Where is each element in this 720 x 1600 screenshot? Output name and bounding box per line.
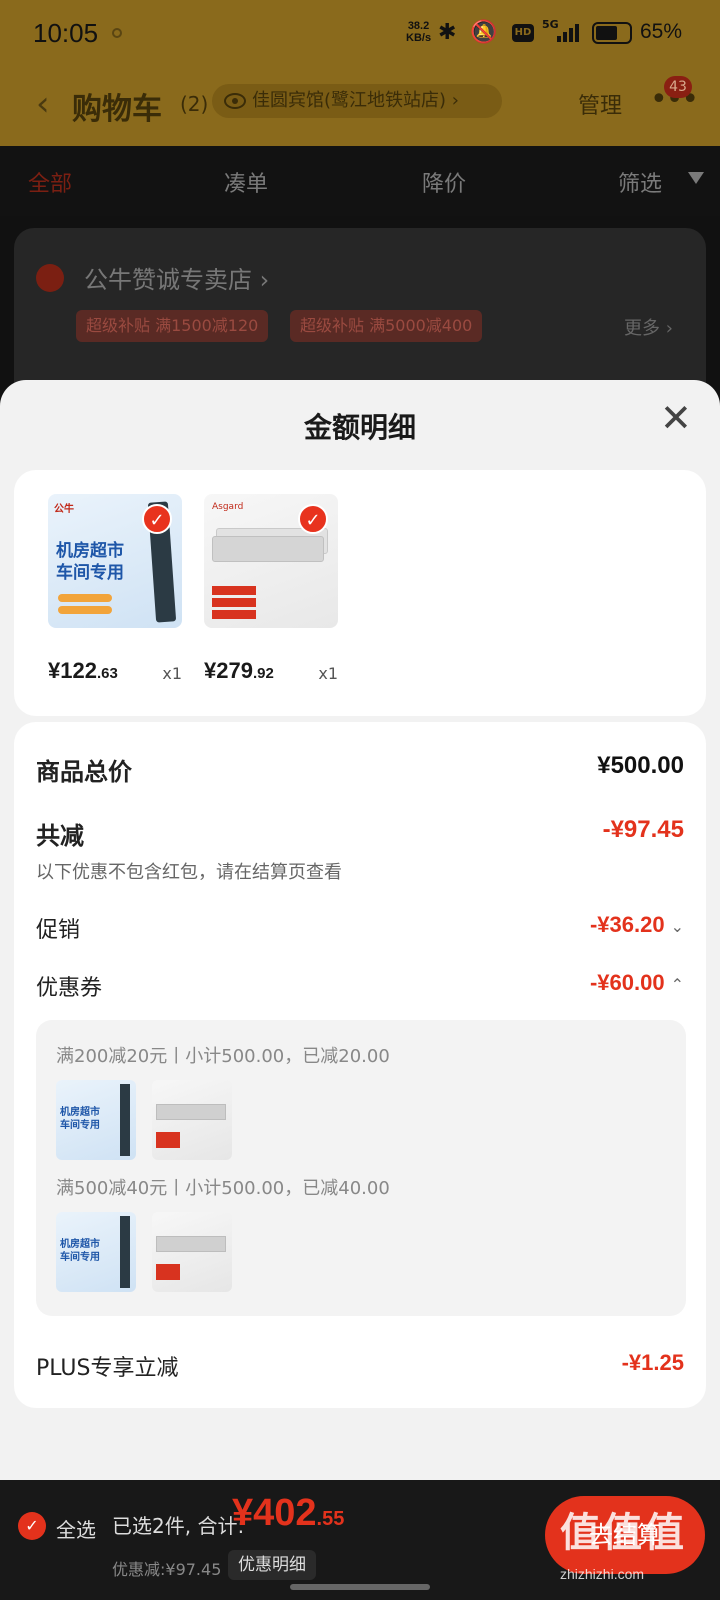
selected-summary: 已选2件, 合计:: [112, 1514, 245, 1538]
selected-check-icon: ✓: [142, 504, 172, 534]
back-button[interactable]: ‹: [36, 84, 50, 124]
total-label: 商品总价: [36, 758, 132, 786]
app-header-area: 10:05 38.2 KB/s ✱ 🔕 HD 5G 65% ‹ 购物车 (2) …: [0, 0, 720, 146]
chevron-up-icon: ⌃: [670, 977, 684, 994]
tab-price-drop[interactable]: 降价: [422, 166, 466, 198]
manage-button[interactable]: 管理: [578, 88, 622, 120]
promo-value: -¥36.20 ⌄: [589, 912, 684, 937]
tab-filter[interactable]: 筛选: [618, 166, 662, 198]
product-image: 公牛 机房超市 车间专用 ✓: [48, 494, 182, 628]
tab-all[interactable]: 全部: [28, 166, 72, 198]
product-qty: x1: [318, 664, 338, 683]
plus-row: PLUS专享立减 -¥1.25: [36, 1350, 684, 1390]
total-row: 商品总价 ¥500.00: [36, 752, 684, 792]
delivery-location[interactable]: 佳圆宾馆(鹭江地铁站店) ›: [212, 84, 502, 118]
product-image: Asgard ✓: [204, 494, 338, 628]
coupon-product-thumb: 机房超市 车间专用: [56, 1212, 136, 1292]
promo-chip[interactable]: 超级补贴 满1500减120: [76, 310, 269, 342]
selected-check-icon: ✓: [298, 504, 328, 534]
product-item[interactable]: Asgard ✓ ¥279.92 x1: [204, 494, 338, 688]
reduce-value: -¥97.45: [602, 816, 684, 843]
discount-detail-button[interactable]: 优惠明细: [228, 1550, 316, 1580]
bluetooth-icon: ✱: [438, 20, 457, 45]
watermark-url: zhizhizhi.com: [560, 1566, 645, 1582]
cart-count: (2): [180, 92, 209, 116]
battery-icon: [592, 22, 632, 44]
notification-icon: [112, 28, 122, 38]
reduce-label: 共减: [36, 822, 84, 850]
total-price: ¥402.55: [232, 1492, 345, 1534]
promo-chip[interactable]: 超级补贴 满5000减400: [290, 310, 483, 342]
store-check[interactable]: [36, 264, 64, 292]
coupon-row[interactable]: 优惠券 -¥60.00 ⌃: [36, 970, 684, 1010]
discount-summary: 优惠减:¥97.45: [112, 1560, 222, 1579]
promo-row[interactable]: 促销 -¥36.20 ⌄: [36, 912, 684, 952]
product-item[interactable]: 公牛 机房超市 车间专用 ✓ ¥122.63 x1: [48, 494, 182, 688]
filter-icon[interactable]: [688, 172, 704, 184]
select-all-label[interactable]: 全选: [56, 1514, 96, 1543]
discount-note: 以下优惠不包含红包，请在结算页查看: [36, 862, 342, 883]
select-all-check[interactable]: ✓: [18, 1512, 46, 1540]
net-speed: 38.2 KB/s: [406, 20, 432, 44]
chevron-down-icon: ⌄: [670, 919, 684, 936]
tab-bundle[interactable]: 凑单: [224, 166, 268, 198]
home-indicator[interactable]: [290, 1584, 430, 1590]
status-bar: 10:05 38.2 KB/s ✱ 🔕 HD 5G 65%: [0, 0, 720, 66]
close-icon[interactable]: ✕: [660, 396, 692, 440]
sheet-title: 金额明细: [303, 411, 416, 444]
page-title: 购物车: [72, 92, 162, 127]
total-value: ¥500.00: [597, 752, 684, 779]
coupon-product-thumb: [152, 1080, 232, 1160]
price-breakdown: 商品总价 ¥500.00 共减 -¥97.45 以下优惠不包含红包，请在结算页查…: [14, 722, 706, 1408]
cart-header: ‹ 购物车 (2) 佳圆宾馆(鹭江地铁站店) › 管理 ••• 43: [0, 66, 720, 146]
store-name[interactable]: 公牛赞诚专卖店 ›: [84, 260, 269, 295]
coupon-product-thumb: [152, 1212, 232, 1292]
amount-detail-sheet: 金额明细 ✕ 公牛 机房超市 车间专用 ✓ ¥122.63 x1 Asgard ✓: [0, 380, 720, 1480]
promo-label: 促销: [36, 918, 81, 943]
eye-icon: [224, 93, 246, 109]
product-price: ¥122.63: [48, 658, 118, 683]
reduce-row: 共减 -¥97.45: [36, 816, 684, 856]
product-qty: x1: [162, 664, 182, 683]
signal-icon: [557, 22, 585, 42]
clock: 10:05: [33, 18, 99, 48]
plus-value: -¥1.25: [621, 1350, 684, 1375]
coupon-detail-box: 满200减20元丨小计500.00，已减20.00 机房超市 车间专用 满500减…: [36, 1020, 686, 1316]
product-price: ¥279.92: [204, 658, 274, 683]
coupon-rule: 满200减20元丨小计500.00，已减20.00: [56, 1046, 390, 1067]
coupon-value: -¥60.00 ⌃: [589, 970, 684, 995]
mute-icon: 🔕: [470, 20, 498, 45]
hd-icon: HD: [512, 24, 534, 42]
store-more-link[interactable]: 更多 ›: [624, 314, 673, 340]
message-badge: 43: [664, 76, 692, 98]
coupon-product-thumb: 机房超市 车间专用: [56, 1080, 136, 1160]
battery-percent: 65%: [640, 20, 683, 43]
cart-tabs: 全部 凑单 降价 筛选: [0, 146, 720, 216]
coupon-label: 优惠券: [36, 976, 103, 1001]
product-image-text: 机房超市 车间专用: [56, 541, 124, 583]
watermark: 值值值: [560, 1510, 686, 1556]
product-list: 公牛 机房超市 车间专用 ✓ ¥122.63 x1 Asgard ✓ ¥279.9…: [14, 470, 706, 716]
plus-label: PLUS专享立减: [36, 1356, 179, 1381]
coupon-rule: 满500减40元丨小计500.00，已减40.00: [56, 1178, 390, 1199]
